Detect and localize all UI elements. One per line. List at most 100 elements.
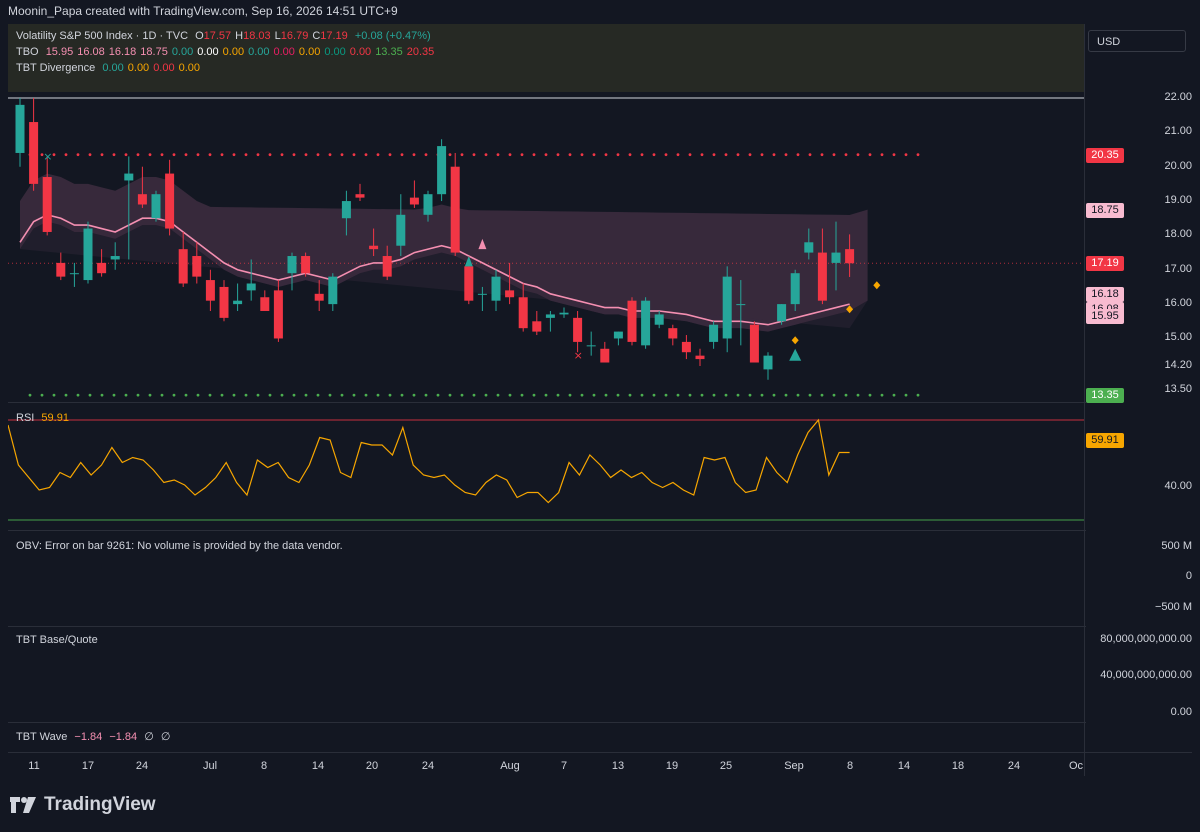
candle-body — [817, 252, 827, 301]
candle-body — [29, 122, 39, 184]
resistance-dot — [280, 153, 284, 157]
support-dot — [100, 393, 104, 397]
resistance-dot — [376, 153, 380, 157]
pane-separator[interactable] — [8, 722, 1192, 723]
candle-body — [246, 283, 256, 291]
resistance-dot — [244, 153, 248, 157]
support-dot — [136, 393, 140, 397]
ohlc-values: O17.57 H18.03 L16.79 C17.19 — [191, 30, 348, 42]
resistance-dot — [172, 153, 176, 157]
pane-separator[interactable] — [8, 530, 1192, 531]
support-dot — [760, 393, 764, 397]
obv-tick-mid: 0 — [1185, 570, 1192, 582]
support-dot — [748, 393, 752, 397]
resistance-dot — [604, 153, 608, 157]
support-dot — [856, 393, 860, 397]
support-dot — [784, 393, 788, 397]
support-dot — [580, 393, 584, 397]
resistance-dot — [496, 153, 500, 157]
candle — [219, 280, 229, 322]
support-dot — [808, 393, 812, 397]
tbo-value-12: 13.35 — [375, 46, 403, 58]
currency-button[interactable]: USD — [1088, 30, 1186, 52]
candle-body — [804, 242, 814, 253]
resistance-dot — [556, 153, 560, 157]
divergence-value-1: 0.00 — [127, 62, 150, 74]
resistance-dot — [220, 153, 224, 157]
support-dot — [400, 393, 404, 397]
pane-separator[interactable] — [8, 402, 1192, 403]
candle-body — [409, 197, 419, 205]
resistance-dot — [856, 153, 860, 157]
obv-tick-bottom: −500 M — [1155, 601, 1192, 613]
wave-legend: TBT Wave −1.84 −1.84 ∅ ∅ — [16, 730, 170, 743]
ohlc-value-O: 17.57 — [203, 30, 232, 42]
support-dot — [112, 393, 116, 397]
candle — [355, 183, 365, 202]
price-tick: 15.00 — [1164, 331, 1192, 344]
candle-body — [56, 262, 66, 277]
tradingview-logo[interactable]: TradingView — [10, 794, 156, 816]
candle-body — [763, 355, 773, 370]
tbo-value-11: 0.00 — [349, 46, 372, 58]
resistance-dot — [628, 153, 632, 157]
resistance-dot — [208, 153, 212, 157]
price-badge: 15.95 — [1086, 308, 1124, 324]
time-axis-label: 11 — [28, 760, 40, 772]
resistance-dot — [352, 153, 356, 157]
candle — [409, 180, 419, 208]
resistance-dot — [520, 153, 524, 157]
tbo-value-4: 0.00 — [171, 46, 194, 58]
support-dot — [172, 393, 176, 397]
tbo-value-0: 15.95 — [45, 46, 74, 58]
support-dot — [64, 393, 68, 397]
candle-body — [491, 276, 501, 301]
main-chart-svg[interactable]: ×× — [8, 24, 1084, 752]
support-dot — [772, 393, 776, 397]
candle — [42, 156, 52, 236]
time-axis-label: 18 — [951, 760, 965, 772]
candle — [314, 280, 324, 311]
resistance-dot — [892, 153, 896, 157]
time-axis-label: 8 — [260, 760, 268, 772]
candle-body — [205, 280, 215, 301]
resistance-dot — [616, 153, 620, 157]
resistance-dot — [304, 153, 308, 157]
resistance-dot — [640, 153, 644, 157]
candle — [301, 252, 311, 277]
candle-body — [532, 321, 542, 332]
resistance-dot — [316, 153, 320, 157]
candle-body — [600, 348, 610, 363]
support-dot — [76, 393, 80, 397]
support-dot — [712, 393, 716, 397]
candle-body — [396, 214, 406, 246]
support-dot — [184, 393, 188, 397]
candle-body — [681, 341, 691, 353]
tbo-value-3: 18.75 — [140, 46, 168, 58]
candle — [15, 98, 25, 167]
resistance-dot — [148, 153, 152, 157]
support-dot — [676, 393, 680, 397]
candle-body — [573, 317, 583, 342]
support-dot — [868, 393, 872, 397]
candle-body — [831, 252, 841, 263]
candle-body — [110, 256, 120, 260]
support-dot — [880, 393, 884, 397]
candle — [573, 310, 583, 353]
candle-body — [287, 256, 297, 274]
ohlc-key-H: H — [235, 30, 244, 42]
candle-body — [749, 324, 759, 363]
resistance-dot — [712, 153, 716, 157]
candle-body — [518, 297, 528, 329]
cross-signal: × — [574, 349, 583, 362]
support-dot — [556, 393, 560, 397]
candle — [681, 335, 691, 360]
chart-area[interactable]: × × Volatility S&P 500 Index · 1D · TVC O… — [8, 24, 1084, 752]
support-dot — [304, 393, 308, 397]
candle-body — [260, 297, 270, 311]
rsi-pane — [8, 418, 1084, 521]
support-dot — [532, 393, 536, 397]
pane-separator[interactable] — [8, 626, 1192, 627]
candle-body — [450, 166, 460, 253]
candle-body — [559, 312, 569, 315]
